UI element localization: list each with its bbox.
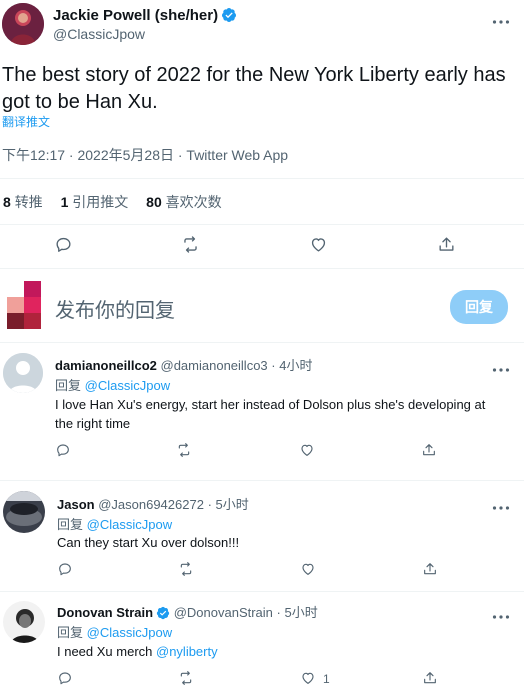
reply-icon[interactable] <box>54 235 73 259</box>
reply-author-handle[interactable]: @Jason69426272 <box>98 497 204 512</box>
author-avatar[interactable] <box>2 3 44 45</box>
like-icon[interactable] <box>300 561 316 582</box>
reply-avatar[interactable] <box>3 491 45 533</box>
reply-icon[interactable] <box>55 442 71 463</box>
replying-to-prefix: 回复 <box>55 378 82 393</box>
reply-author-name[interactable]: damianoneillco2 <box>55 358 157 373</box>
like-icon[interactable] <box>300 670 316 691</box>
likes-count: 80 <box>146 194 162 210</box>
replying-to-prefix: 回复 <box>57 625 84 640</box>
tweet-text: The best story of 2022 for the New York … <box>2 64 506 113</box>
share-icon[interactable] <box>422 561 438 582</box>
reply-header: damianoneillco2 @damianoneillco3 · 4小时 <box>55 355 312 374</box>
reply-avatar[interactable] <box>3 601 45 643</box>
divider <box>0 178 524 179</box>
divider <box>0 480 524 481</box>
author-name[interactable]: Jackie Powell (she/her) <box>53 7 218 24</box>
verified-badge-icon <box>221 7 237 23</box>
reply-composer-input[interactable]: 发布你的回复 <box>55 294 175 323</box>
replying-to: 回复 @ClassicJpow <box>57 514 172 533</box>
reply-author-name[interactable]: Donovan Strain <box>57 605 153 620</box>
like-icon[interactable] <box>299 442 315 463</box>
share-icon[interactable] <box>421 442 437 463</box>
reply-icon[interactable] <box>57 670 73 691</box>
verified-badge-icon <box>156 606 170 620</box>
divider <box>0 224 524 225</box>
reply-text: I need Xu merch @nyliberty <box>57 642 218 661</box>
reply-avatar[interactable] <box>3 353 43 393</box>
retweet-icon[interactable] <box>178 561 194 582</box>
reply-text: Can they start Xu over dolson!!! <box>57 535 240 550</box>
more-options-icon[interactable] <box>492 360 510 378</box>
reply-text: I love Han Xu's energy, start her instea… <box>55 397 486 431</box>
reply-text-body: I need Xu merch <box>57 644 156 659</box>
more-options-icon[interactable] <box>492 607 510 625</box>
share-icon[interactable] <box>422 670 438 691</box>
current-user-avatar[interactable] <box>7 281 41 329</box>
retweet-icon[interactable] <box>176 442 192 463</box>
likes-stat[interactable]: 80 喜欢次数 <box>146 194 221 210</box>
retweets-label: 转推 <box>14 194 43 210</box>
reply-icon[interactable] <box>57 561 73 582</box>
quotes-label: 引用推文 <box>72 194 129 210</box>
replying-to-handle[interactable]: @ClassicJpow <box>87 517 172 532</box>
divider <box>0 591 524 592</box>
reply-header: Jason @Jason69426272 · 5小时 <box>57 494 249 513</box>
divider <box>0 342 524 343</box>
more-options-icon[interactable] <box>492 498 510 516</box>
like-count: 1 <box>323 672 330 686</box>
author-name-row: Jackie Powell (she/her) <box>53 7 237 25</box>
reply-time[interactable]: · 5小时 <box>208 497 249 512</box>
reply-submit-button[interactable]: 回复 <box>450 290 508 324</box>
tweet-timestamp[interactable]: 下午12:17 · 2022年5月28日 · Twitter Web App <box>2 145 288 165</box>
quotes-count: 1 <box>60 194 69 210</box>
reply-author-name[interactable]: Jason <box>57 497 95 512</box>
reply-mention-link[interactable]: @nyliberty <box>156 644 218 659</box>
replying-to: 回复 @ClassicJpow <box>57 622 172 641</box>
reply-time[interactable]: · 4小时 <box>271 358 312 373</box>
replying-to-handle[interactable]: @ClassicJpow <box>85 378 170 393</box>
translate-link[interactable]: 翻译推文 <box>2 113 50 130</box>
reply-author-handle[interactable]: @damianoneillco3 <box>161 358 268 373</box>
share-icon[interactable] <box>437 235 456 259</box>
reply-time[interactable]: · 5小时 <box>277 605 318 620</box>
more-options-icon[interactable] <box>492 12 510 30</box>
divider <box>0 268 524 269</box>
retweet-icon[interactable] <box>181 235 200 259</box>
replying-to: 回复 @ClassicJpow <box>55 375 170 394</box>
retweets-count: 8 <box>3 194 11 210</box>
reply-author-handle[interactable]: @DonovanStrain <box>174 605 273 620</box>
retweets-stat[interactable]: 8 转推 <box>3 194 43 210</box>
replying-to-handle[interactable]: @ClassicJpow <box>87 625 172 640</box>
reply-header: Donovan Strain @DonovanStrain · 5小时 <box>57 602 318 621</box>
likes-label: 喜欢次数 <box>165 194 222 210</box>
retweet-icon[interactable] <box>178 670 194 691</box>
replying-to-prefix: 回复 <box>57 517 84 532</box>
author-handle[interactable]: @ClassicJpow <box>53 26 145 42</box>
tweet-stats: 8 转推 1 引用推文 80 喜欢次数 <box>3 192 222 212</box>
quotes-stat[interactable]: 1 引用推文 <box>61 194 129 210</box>
like-icon[interactable] <box>309 235 328 259</box>
